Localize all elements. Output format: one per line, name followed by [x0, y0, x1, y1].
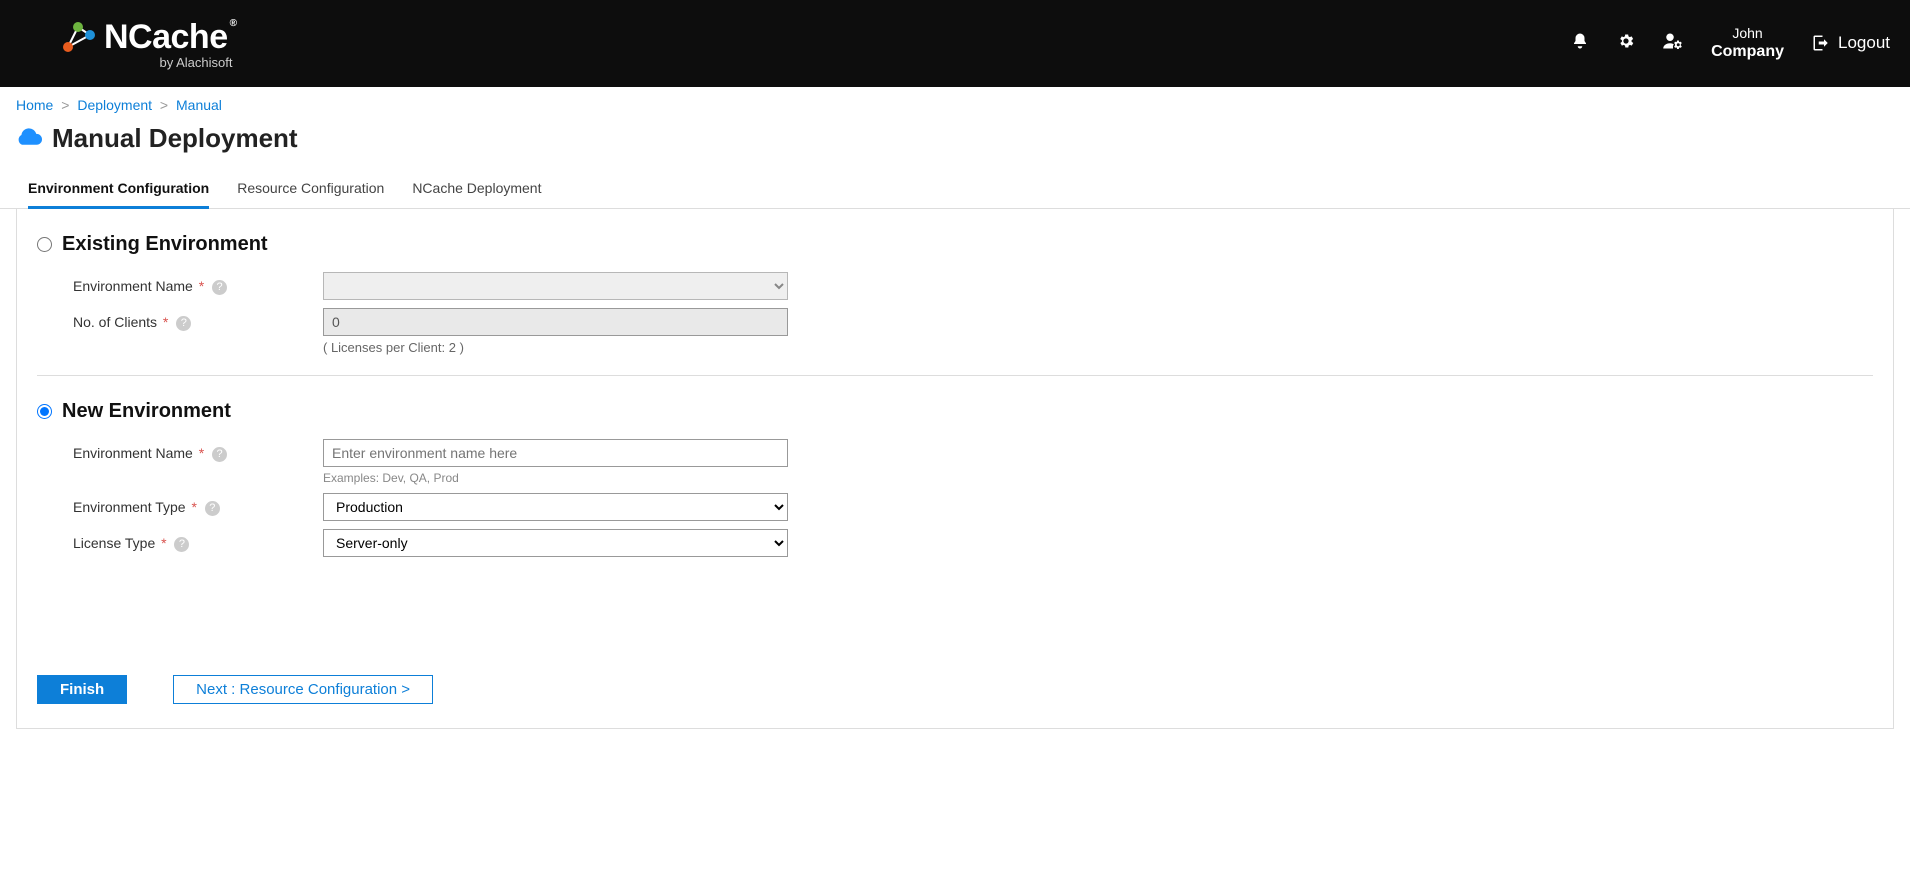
- existing-env-name-label: Environment Name * ?: [73, 272, 323, 295]
- config-panel: Existing Environment Environment Name * …: [16, 209, 1894, 729]
- user-info[interactable]: John Company: [1711, 24, 1784, 63]
- header-actions: John Company Logout: [1571, 24, 1890, 63]
- app-header: NCache® by Alachisoft John Company Logou…: [0, 0, 1910, 87]
- next-button[interactable]: Next : Resource Configuration >: [173, 675, 433, 704]
- cloud-icon: [16, 124, 42, 153]
- user-company: Company: [1711, 42, 1784, 63]
- existing-clients-input[interactable]: [323, 308, 788, 336]
- new-environment-section: New Environment Environment Name * ? Exa…: [37, 400, 1873, 557]
- brand-name: NCache®: [104, 18, 236, 57]
- new-license-type-select[interactable]: Server-only: [323, 529, 788, 557]
- breadcrumb-sep: >: [160, 97, 168, 113]
- existing-env-name-select[interactable]: [323, 272, 788, 300]
- panel-footer: Finish Next : Resource Configuration >: [37, 675, 433, 704]
- brand-subtitle: by Alachisoft: [60, 55, 236, 70]
- existing-clients-label: No. of Clients * ?: [73, 308, 323, 331]
- ncache-logo-icon: [60, 19, 96, 55]
- logout-label: Logout: [1838, 33, 1890, 53]
- help-icon[interactable]: ?: [176, 316, 191, 331]
- existing-environment-heading: Existing Environment: [62, 233, 268, 256]
- help-icon[interactable]: ?: [212, 280, 227, 295]
- breadcrumb-home[interactable]: Home: [16, 97, 53, 113]
- breadcrumb-deployment[interactable]: Deployment: [77, 97, 152, 113]
- section-divider: [37, 375, 1873, 376]
- page-title-row: Manual Deployment: [0, 119, 1910, 172]
- new-env-type-select[interactable]: Production: [323, 493, 788, 521]
- brand-logo[interactable]: NCache® by Alachisoft: [60, 18, 236, 70]
- gear-icon[interactable]: [1617, 32, 1635, 55]
- tab-ncache-deployment[interactable]: NCache Deployment: [412, 172, 541, 209]
- existing-environment-section: Existing Environment Environment Name * …: [37, 233, 1873, 355]
- new-license-type-label: License Type * ?: [73, 529, 323, 552]
- breadcrumb-sep: >: [61, 97, 69, 113]
- new-environment-radio[interactable]: [37, 404, 52, 419]
- finish-button[interactable]: Finish: [37, 675, 127, 704]
- breadcrumb-manual[interactable]: Manual: [176, 97, 222, 113]
- page-title: Manual Deployment: [52, 123, 298, 154]
- tabs: Environment Configuration Resource Confi…: [0, 172, 1910, 209]
- new-environment-heading: New Environment: [62, 400, 231, 423]
- tab-environment-configuration[interactable]: Environment Configuration: [28, 172, 209, 209]
- help-icon[interactable]: ?: [205, 501, 220, 516]
- help-icon[interactable]: ?: [212, 447, 227, 462]
- user-name: John: [1711, 24, 1784, 42]
- bell-icon[interactable]: [1571, 32, 1589, 55]
- new-env-type-label: Environment Type * ?: [73, 493, 323, 516]
- existing-environment-radio[interactable]: [37, 237, 52, 252]
- new-env-name-hint: Examples: Dev, QA, Prod: [323, 471, 788, 485]
- help-icon[interactable]: ?: [174, 537, 189, 552]
- logout-icon: [1812, 34, 1830, 52]
- new-env-name-input[interactable]: [323, 439, 788, 467]
- logout-button[interactable]: Logout: [1812, 33, 1890, 53]
- new-env-name-label: Environment Name * ?: [73, 439, 323, 462]
- user-gear-icon[interactable]: [1663, 32, 1683, 55]
- existing-clients-hint: ( Licenses per Client: 2 ): [323, 340, 788, 355]
- tab-resource-configuration[interactable]: Resource Configuration: [237, 172, 384, 209]
- breadcrumb: Home > Deployment > Manual: [0, 87, 1910, 119]
